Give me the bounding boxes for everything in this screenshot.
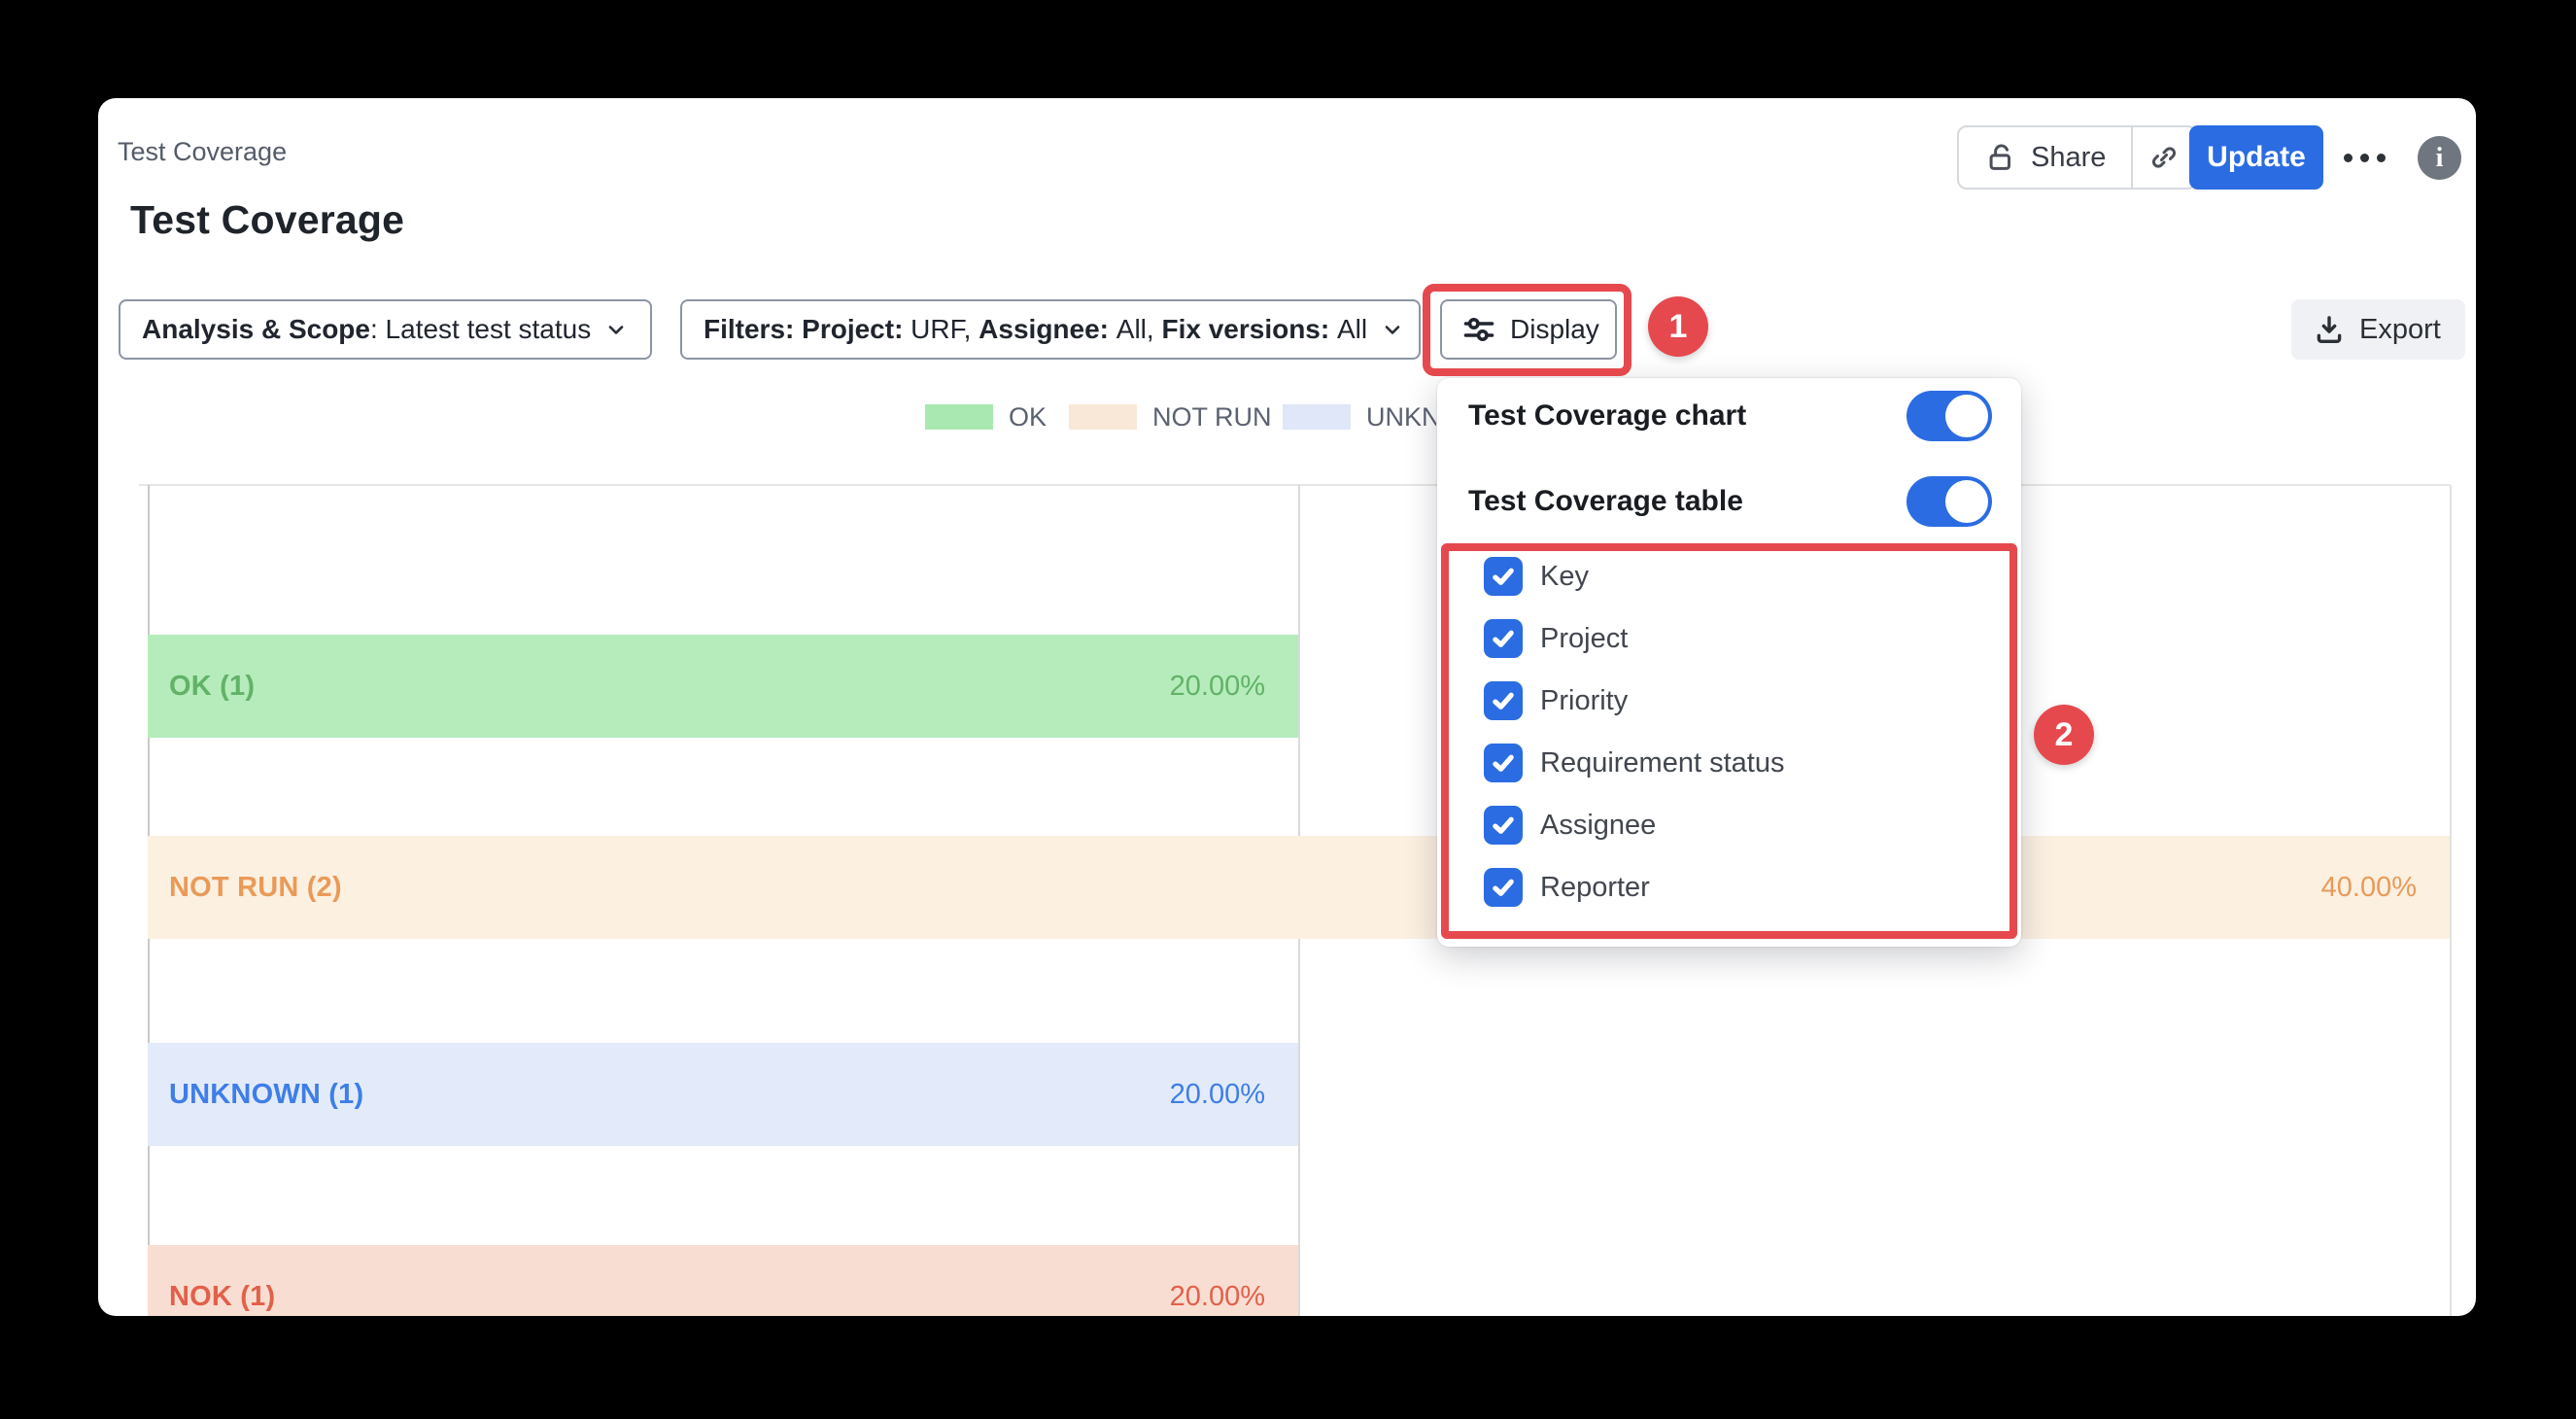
bar-label: OK (1) [169,671,255,703]
sliders-icon [1461,312,1496,347]
bar-label: UNKNOWN (1) [169,1079,363,1111]
checkbox-label: Key [1540,561,1589,593]
more-ellipsis-icon [2344,154,2353,162]
legend-item-unknown: UNKNOWN [1283,401,1436,433]
share-button-label: Share [2031,142,2106,174]
checkbox-row-requirement-status[interactable]: Requirement status [1484,742,1784,784]
bar-label: NOT RUN (2) [169,872,342,904]
table-toggle[interactable] [1906,476,1992,527]
share-button[interactable]: Share [1959,127,2131,188]
checkbox-checked-icon[interactable] [1484,744,1523,782]
copy-link-button[interactable] [2133,127,2195,188]
filter-fixversions-label: Fix versions: [1161,314,1337,345]
legend-label: NOT RUN [1152,402,1272,433]
filter-fixversions-value: All [1337,314,1367,345]
bar-percent: 20.00% [1170,1281,1265,1313]
bar-percent: 40.00% [2321,872,2417,904]
checkbox-row-reporter[interactable]: Reporter [1484,866,1650,909]
filters-dropdown[interactable]: Filters: Project: URF, Assignee: All, Fi… [680,299,1421,360]
filter-project-label: Project: [802,314,910,345]
checkbox-checked-icon[interactable] [1484,868,1523,907]
annotation-step-badge-1: 1 [1648,296,1708,357]
chart-legend: OK NOT RUN UNKNOWN [925,401,1436,433]
chart-top-border [139,484,2450,486]
checkbox-checked-icon[interactable] [1484,619,1523,658]
export-button-label: Export [2359,314,2441,346]
info-icon[interactable]: i [2418,136,2461,180]
toggle-label-chart: Test Coverage chart [1468,399,1746,433]
breadcrumb[interactable]: Test Coverage [118,137,287,167]
download-icon [2313,313,2346,346]
toggle-row-chart: Test Coverage chart [1468,391,1992,441]
checkbox-checked-icon[interactable] [1484,806,1523,845]
checkbox-row-project[interactable]: Project [1484,617,1628,660]
legend-label: OK [1009,402,1047,433]
chart-gridline-right [2450,485,2452,1316]
checkbox-label: Requirement status [1540,747,1784,779]
display-button[interactable]: Display [1440,299,1617,360]
chevron-down-icon [1381,256,1426,403]
bar-ok: OK (1) 20.00% [148,635,1298,738]
analysis-scope-value: : Latest test status [370,314,591,345]
analysis-scope-label: Analysis & Scope [142,314,370,345]
export-button[interactable]: Export [2291,299,2465,360]
legend-label: UNKNOWN [1366,402,1436,433]
bar-label: NOK (1) [169,1281,275,1313]
annotation-step-badge-2: 2 [2034,705,2094,765]
page-title: Test Coverage [130,197,404,243]
filter-assignee-label: Assignee: [979,314,1116,345]
checkbox-label: Assignee [1540,810,1656,842]
bar-percent: 20.00% [1170,671,1265,703]
checkbox-label: Priority [1540,685,1628,717]
bar-percent: 20.00% [1170,1079,1265,1111]
update-button[interactable]: Update [2189,125,2323,190]
toggle-knob [1945,395,1988,437]
toggle-knob [1945,480,1988,523]
checkbox-checked-icon[interactable] [1484,557,1523,596]
display-dropdown-panel: Test Coverage chart Test Coverage table … [1437,378,2021,947]
link-icon [2147,141,2181,174]
checkbox-row-key[interactable]: Key [1484,555,1589,598]
checkbox-checked-icon[interactable] [1484,681,1523,720]
chart-toggle[interactable] [1906,391,1992,441]
toggle-row-table: Test Coverage table [1468,476,1992,527]
bar-not-run: NOT RUN (2) 40.00% [148,836,2450,939]
share-button-group: Share [1957,125,2197,190]
display-button-label: Display [1510,314,1599,345]
chevron-down-icon [604,256,650,403]
legend-item-ok: OK [925,401,1047,433]
bar-unknown: UNKNOWN (1) 20.00% [148,1043,1298,1146]
unlocked-padlock-icon [1984,141,2017,174]
checkbox-label: Project [1540,623,1628,655]
bar-nok: NOK (1) 20.00% [148,1245,1298,1316]
more-menu-button[interactable] [2336,125,2392,190]
filter-assignee-value: All, [1116,314,1162,345]
checkbox-label: Reporter [1540,872,1650,904]
analysis-scope-dropdown[interactable]: Analysis & Scope: Latest test status [119,299,652,360]
toggle-label-table: Test Coverage table [1468,485,1743,518]
legend-swatch-unknown [1283,404,1351,430]
checkbox-row-assignee[interactable]: Assignee [1484,804,1656,847]
legend-item-notrun: NOT RUN [1069,401,1272,433]
checkbox-row-priority[interactable]: Priority [1484,679,1628,722]
filters-label: Filters: [704,314,802,345]
legend-swatch-notrun [1069,404,1137,430]
filter-project-value: URF, [910,314,979,345]
app-card: Test Coverage Test Coverage Share Upda [98,98,2476,1316]
legend-swatch-ok [925,404,993,430]
